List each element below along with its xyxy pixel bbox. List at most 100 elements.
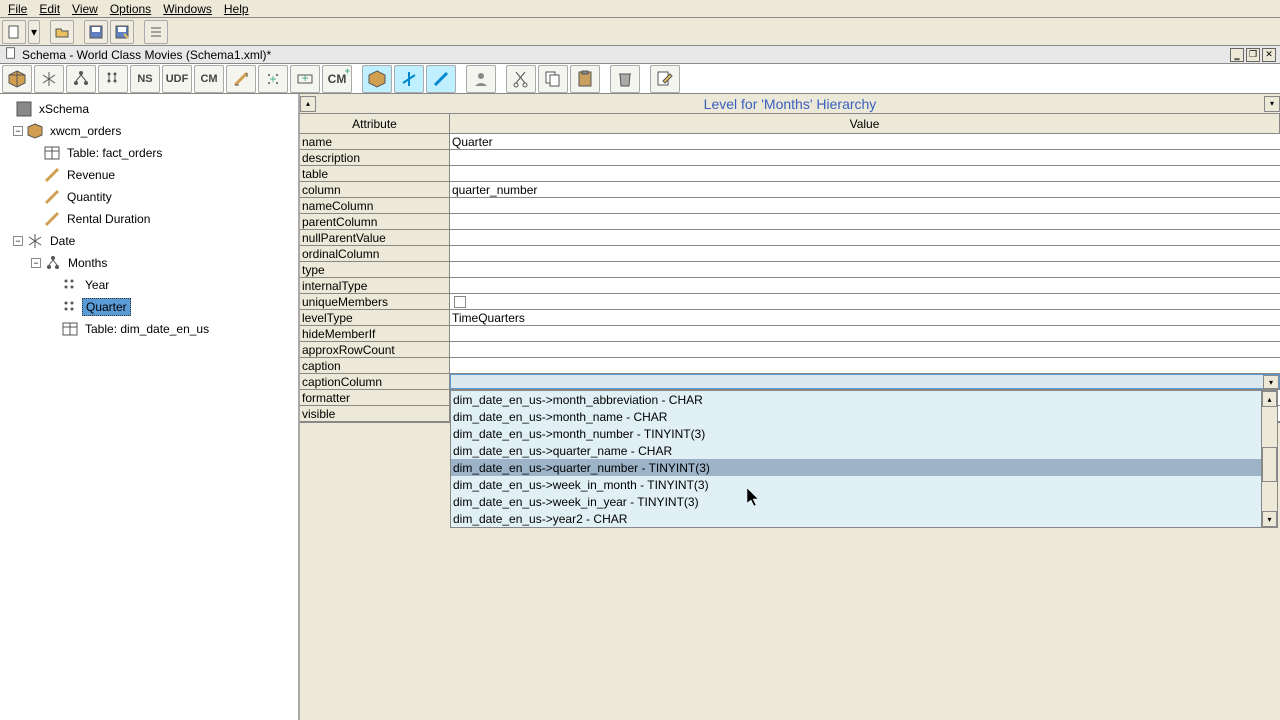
add-cube-button[interactable] (2, 65, 32, 93)
add-measure-button[interactable] (226, 65, 256, 93)
tree-measure-revenue[interactable]: Revenue (2, 164, 296, 186)
property-val[interactable] (450, 358, 1280, 373)
property-row[interactable]: uniqueMembers (300, 294, 1280, 310)
property-row[interactable]: internalType (300, 278, 1280, 294)
tree-root[interactable]: xSchema (2, 98, 296, 120)
property-row[interactable]: ordinalColumn (300, 246, 1280, 262)
new-document-button[interactable] (2, 20, 26, 44)
dropdown-option[interactable]: dim_date_en_us->month_abbreviation - CHA… (451, 391, 1277, 408)
menu-edit[interactable]: Edit (33, 2, 66, 16)
property-val[interactable]: Quarter (450, 134, 1280, 149)
edit-button[interactable] (650, 65, 680, 93)
open-button[interactable] (50, 20, 74, 44)
property-val[interactable] (450, 246, 1280, 261)
save-as-button[interactable] (110, 20, 134, 44)
property-row[interactable]: hideMemberIf (300, 326, 1280, 342)
property-val[interactable] (450, 214, 1280, 229)
tree-measure-label: Revenue (64, 167, 118, 183)
add-button[interactable]: + (258, 65, 288, 93)
property-row[interactable]: nameQuarter (300, 134, 1280, 150)
dropdown-option[interactable]: dim_date_en_us->week_in_year - TINYINT(3… (451, 493, 1277, 510)
dropdown-option[interactable]: dim_date_en_us->quarter_number - TINYINT… (451, 459, 1277, 476)
property-row[interactable]: nullParentValue (300, 230, 1280, 246)
property-val[interactable]: quarter_number (450, 182, 1280, 197)
copy-button[interactable] (538, 65, 568, 93)
tree-hierarchy-label: Months (65, 255, 110, 271)
dropdown-list[interactable]: dim_date_en_us->month_abbreviation - CHA… (450, 390, 1278, 528)
role-button[interactable] (466, 65, 496, 93)
property-val[interactable] (450, 326, 1280, 341)
toggle-cubes-button[interactable] (362, 65, 392, 93)
dropdown-scrollbar[interactable]: ▴ ▾ (1261, 391, 1277, 527)
property-val[interactable] (450, 294, 1280, 309)
dropdown-option[interactable]: dim_date_en_us->month_name - CHAR (451, 408, 1277, 425)
property-row[interactable]: captionColumn▾ (300, 374, 1280, 390)
tree-fact-table[interactable]: Table: fact_orders (2, 142, 296, 164)
list-button[interactable] (144, 20, 168, 44)
property-row[interactable]: levelTypeTimeQuarters (300, 310, 1280, 326)
property-val[interactable] (450, 278, 1280, 293)
tree-measure-rental[interactable]: Rental Duration (2, 208, 296, 230)
menu-options[interactable]: Options (104, 2, 157, 16)
scroll-down-button[interactable]: ▾ (1264, 96, 1280, 112)
add-level-button[interactable] (98, 65, 128, 93)
property-val[interactable] (450, 198, 1280, 213)
dropdown-trigger[interactable]: ▾ (1263, 375, 1279, 389)
tree-hierarchy[interactable]: − Months (2, 252, 296, 274)
new-dropdown[interactable]: ▾ (28, 20, 40, 44)
window-restore-button[interactable]: ❐ (1246, 48, 1260, 62)
level-icon (61, 298, 79, 316)
add-dimension-button[interactable] (34, 65, 64, 93)
property-row[interactable]: description (300, 150, 1280, 166)
scroll-up-button[interactable]: ▴ (300, 96, 316, 112)
dropdown-option[interactable]: dim_date_en_us->year2 - CHAR (451, 510, 1277, 527)
named-set-button[interactable]: NS (130, 65, 160, 93)
property-row[interactable]: nameColumn (300, 198, 1280, 214)
paste-button[interactable] (570, 65, 600, 93)
property-row[interactable]: parentColumn (300, 214, 1280, 230)
main-toolbar: ▾ (0, 18, 1280, 46)
menu-view[interactable]: View (66, 2, 104, 16)
menu-windows[interactable]: Windows (157, 2, 218, 16)
tree-dimension[interactable]: − Date (2, 230, 296, 252)
tree-cube[interactable]: − xwcm_orders (2, 120, 296, 142)
dropdown-option[interactable]: dim_date_en_us->week_in_month - TINYINT(… (451, 476, 1277, 493)
property-val[interactable] (450, 230, 1280, 245)
calculated-member-button[interactable]: CM (194, 65, 224, 93)
tree-level-quarter[interactable]: Quarter (2, 296, 296, 318)
tree-measure-quantity[interactable]: Quantity (2, 186, 296, 208)
save-button[interactable] (84, 20, 108, 44)
tree-panel[interactable]: xSchema − xwcm_orders Table: fact_orders… (0, 94, 300, 720)
cut-button[interactable] (506, 65, 536, 93)
checkbox[interactable] (454, 296, 466, 308)
property-row[interactable]: type (300, 262, 1280, 278)
property-row[interactable]: approxRowCount (300, 342, 1280, 358)
property-val[interactable] (450, 166, 1280, 181)
delete-button[interactable] (610, 65, 640, 93)
property-row[interactable]: columnquarter_number (300, 182, 1280, 198)
property-val[interactable]: ▾ (450, 374, 1280, 389)
scroll-up-icon[interactable]: ▴ (1262, 391, 1277, 407)
window-minimize-button[interactable]: ‗ (1230, 48, 1244, 62)
scroll-thumb[interactable] (1262, 447, 1277, 482)
toggle-dimensions-button[interactable] (394, 65, 424, 93)
property-row[interactable]: table (300, 166, 1280, 182)
menu-help[interactable]: Help (218, 2, 255, 16)
udf-button[interactable]: UDF (162, 65, 192, 93)
toggle-measure-button[interactable] (426, 65, 456, 93)
tree-level-year[interactable]: Year (2, 274, 296, 296)
add-property-button[interactable]: + (290, 65, 320, 93)
scroll-down-icon[interactable]: ▾ (1262, 511, 1277, 527)
property-val[interactable] (450, 150, 1280, 165)
add-hierarchy-button[interactable] (66, 65, 96, 93)
window-close-button[interactable]: ✕ (1262, 48, 1276, 62)
menu-file[interactable]: File (2, 2, 33, 16)
property-val[interactable] (450, 342, 1280, 357)
property-val[interactable]: TimeQuarters (450, 310, 1280, 325)
calculated-member-2-button[interactable]: CM+ (322, 65, 352, 93)
property-val[interactable] (450, 262, 1280, 277)
tree-dim-table[interactable]: Table: dim_date_en_us (2, 318, 296, 340)
dropdown-option[interactable]: dim_date_en_us->month_number - TINYINT(3… (451, 425, 1277, 442)
property-row[interactable]: caption (300, 358, 1280, 374)
dropdown-option[interactable]: dim_date_en_us->quarter_name - CHAR (451, 442, 1277, 459)
